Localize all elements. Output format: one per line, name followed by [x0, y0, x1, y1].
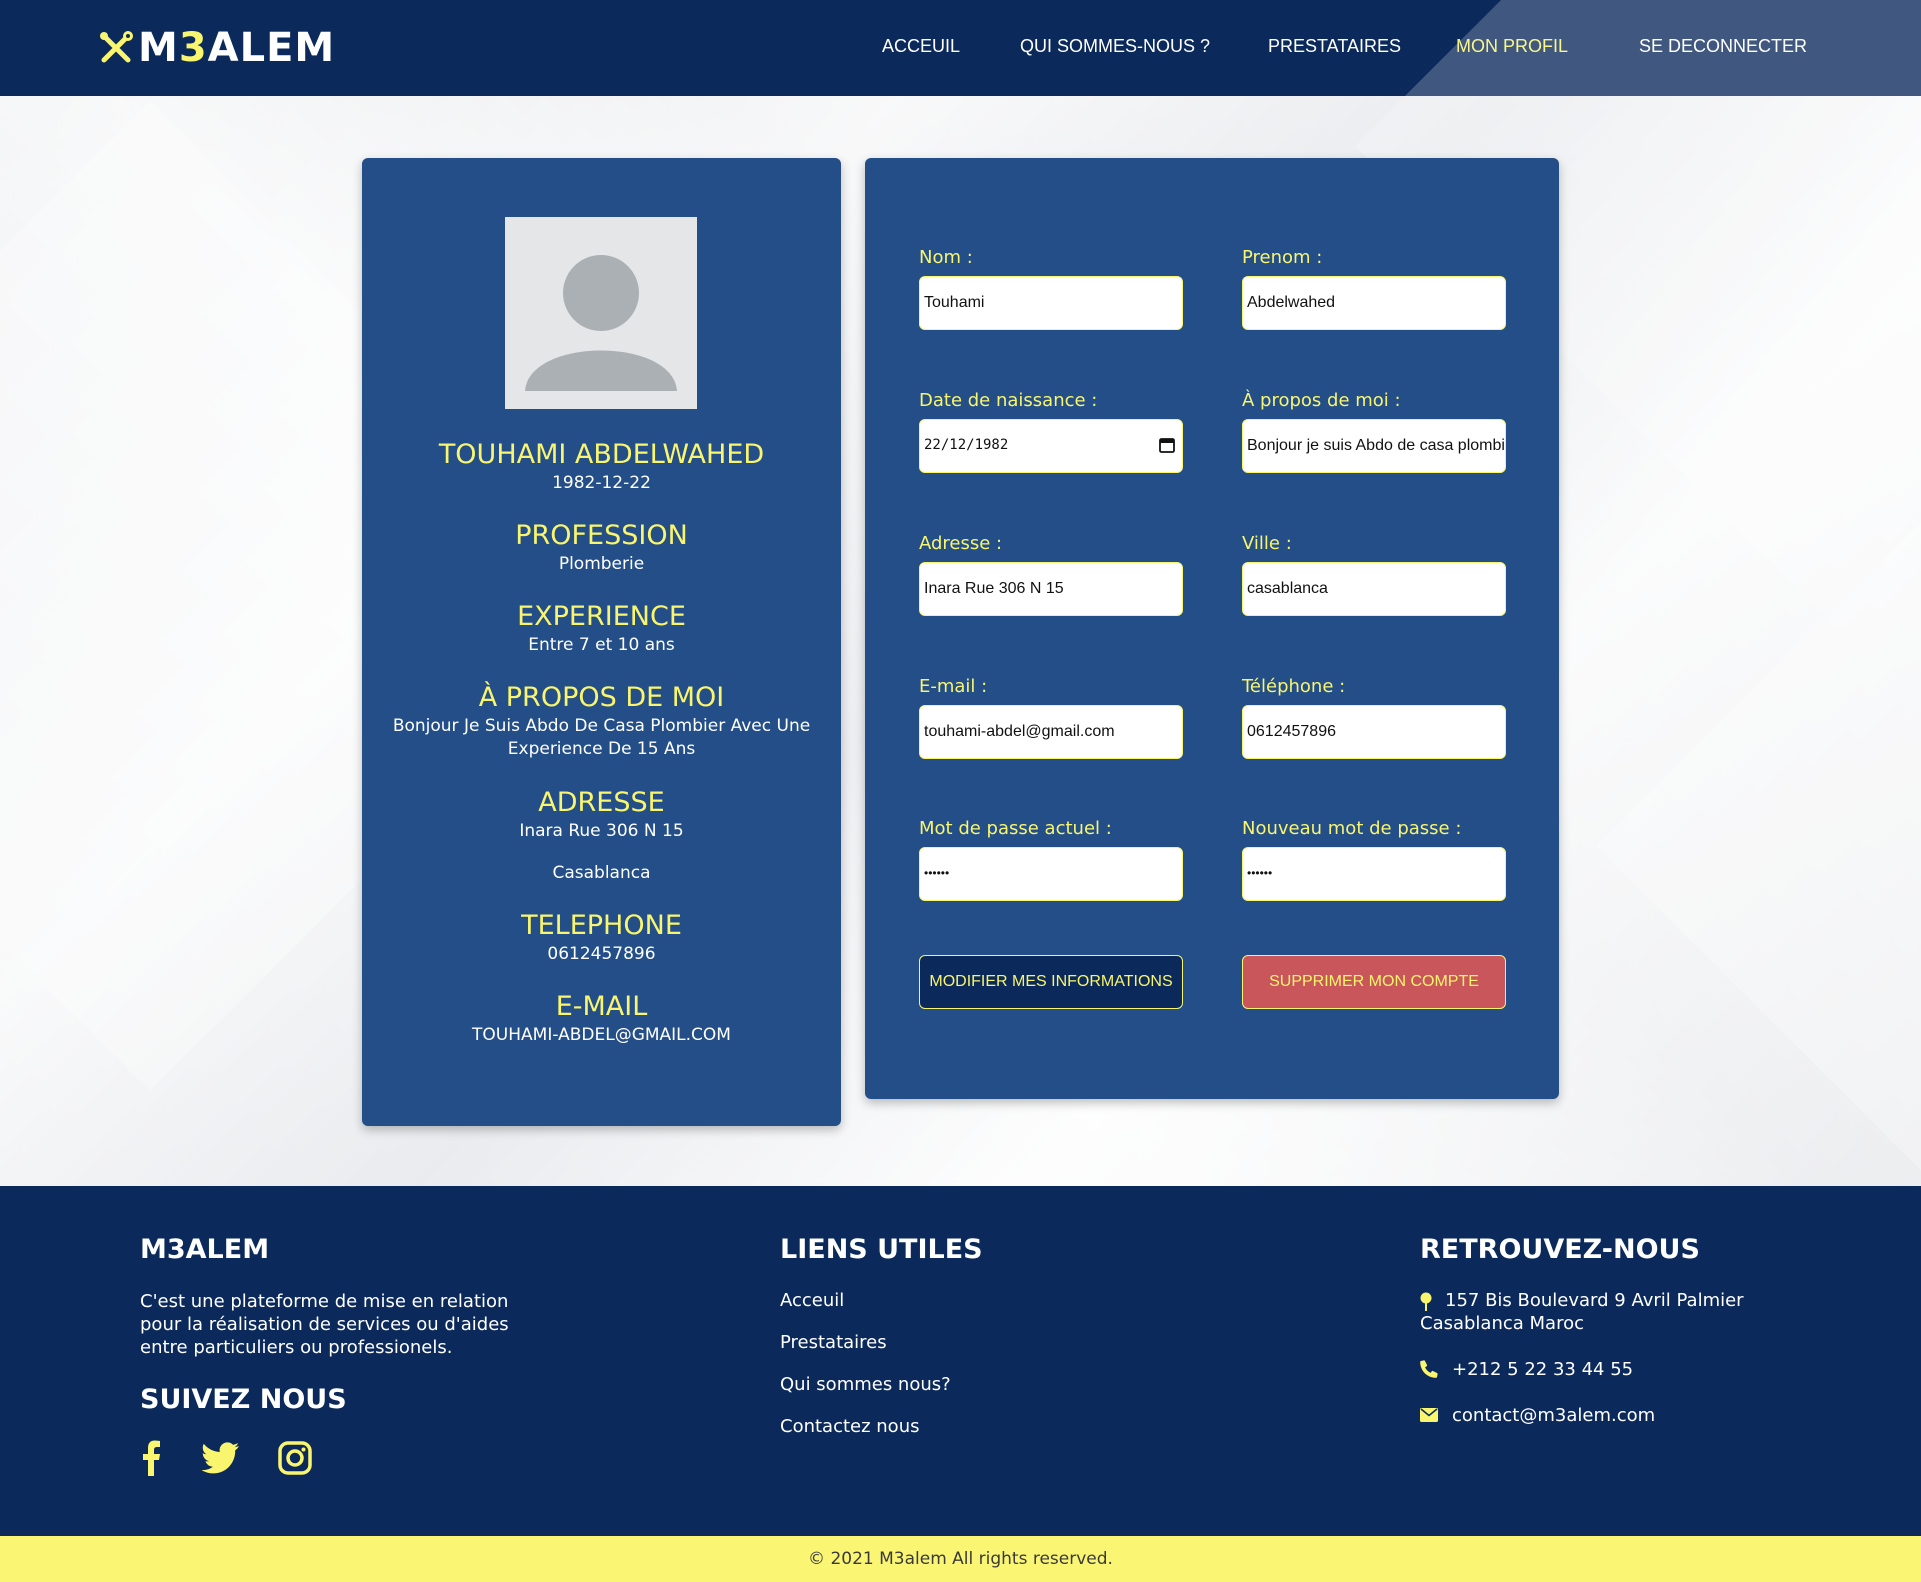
telephone-input[interactable]: 0612457896 [1242, 705, 1506, 759]
footer-brand-line-3: entre particuliers ou professionels. [140, 1337, 453, 1358]
about-line-1: Bonjour Je Suis Abdo De Casa Plombier Av… [392, 716, 811, 736]
profile-name: TOUHAMI ABDELWAHED [438, 439, 765, 470]
user-placeholder-icon [505, 217, 697, 409]
about-line-2: Experience De 15 Ans [507, 739, 696, 759]
prenom-input[interactable]: Abdelwahed [1242, 276, 1506, 330]
date-label: Date de naissance : [919, 390, 1098, 411]
footer-phone[interactable]: +212 5 22 33 44 55 [1452, 1359, 1633, 1380]
modify-info-button[interactable]: MODIFIER MES INFORMATIONS [919, 955, 1183, 1009]
footer-address-line-2: Casablanca Maroc [1420, 1313, 1584, 1334]
useful-links-title: LIENS UTILES [780, 1234, 983, 1265]
envelope-icon [1420, 1408, 1438, 1422]
map-pin-icon [1420, 1292, 1432, 1311]
phone-icon [1420, 1360, 1438, 1378]
find-us-title: RETROUVEZ-NOUS [1420, 1234, 1700, 1265]
profile-birthdate: 1982-12-22 [552, 473, 651, 493]
nom-label: Nom : [919, 247, 973, 268]
footer-brand-line-2: pour la réalisation de services ou d'aid… [140, 1314, 509, 1335]
experience-value: Entre 7 et 10 ans [528, 635, 675, 655]
delete-account-button[interactable]: SUPPRIMER MON COMPTE [1242, 955, 1506, 1009]
about-label: À propos de moi : [1242, 390, 1401, 411]
nom-input[interactable]: Touhami [919, 276, 1183, 330]
footer-brand-line-1: C'est une plateforme de mise en relation [140, 1291, 509, 1312]
profession-value: Plomberie [558, 554, 645, 574]
footer-address-line-1: 157 Bis Boulevard 9 Avril Palmier [1445, 1290, 1744, 1311]
footer-brand-title: M3ALEM [140, 1234, 270, 1265]
footer-link-about[interactable]: Qui sommes nous? [780, 1374, 951, 1395]
copyright-bar: © 2021 M3alem All rights reserved. [0, 1536, 1921, 1582]
email-heading: E-MAIL [555, 991, 648, 1022]
footer-link-providers[interactable]: Prestataires [780, 1332, 887, 1353]
about-heading: À PROPOS DE MOI [478, 682, 725, 713]
address-heading: ADRESSE [538, 787, 665, 818]
current-password-label: Mot de passe actuel : [919, 818, 1112, 839]
avatar [505, 217, 697, 409]
adresse-input[interactable]: Inara Rue 306 N 15 [919, 562, 1183, 616]
twitter-icon[interactable] [202, 1442, 240, 1474]
date-input-value: 22/12/1982 [924, 437, 1009, 453]
address-value: Inara Rue 306 N 15 [519, 821, 684, 841]
follow-us-title: SUIVEZ NOUS [140, 1384, 347, 1415]
footer-link-contact[interactable]: Contactez nous [780, 1416, 919, 1437]
experience-heading: EXPERIENCE [517, 601, 686, 632]
city-value: Casablanca [552, 863, 651, 883]
prenom-label: Prenom : [1242, 247, 1323, 268]
email-label: E-mail : [919, 676, 988, 697]
ville-input[interactable]: casablanca [1242, 562, 1506, 616]
calendar-icon[interactable] [1158, 436, 1176, 454]
adresse-label: Adresse : [919, 533, 1003, 554]
nav-about[interactable]: QUI SOMMES-NOUS ? [1020, 36, 1210, 57]
phone-heading: TELEPHONE [521, 910, 682, 941]
footer-email[interactable]: contact@m3alem.com [1452, 1405, 1655, 1426]
profession-heading: PROFESSION [515, 520, 688, 551]
nav-providers[interactable]: PRESTATAIRES [1268, 36, 1401, 57]
footer-link-home[interactable]: Acceuil [780, 1290, 844, 1311]
date-input[interactable]: 22/12/1982 [919, 419, 1183, 473]
facebook-icon[interactable] [140, 1440, 162, 1476]
new-password-input[interactable]: •••••• [1242, 847, 1506, 901]
instagram-icon[interactable] [278, 1441, 312, 1475]
telephone-label: Téléphone : [1242, 676, 1346, 697]
email-value: TOUHAMI-ABDEL@GMAIL.COM [472, 1025, 731, 1045]
ville-label: Ville : [1242, 533, 1292, 554]
current-password-input[interactable]: •••••• [919, 847, 1183, 901]
nav-home[interactable]: ACCEUIL [882, 36, 960, 57]
phone-value: 0612457896 [547, 944, 656, 964]
new-password-label: Nouveau mot de passe : [1242, 818, 1462, 839]
about-input[interactable]: Bonjour je suis Abdo de casa plombi [1242, 419, 1506, 473]
email-input[interactable]: touhami-abdel@gmail.com [919, 705, 1183, 759]
